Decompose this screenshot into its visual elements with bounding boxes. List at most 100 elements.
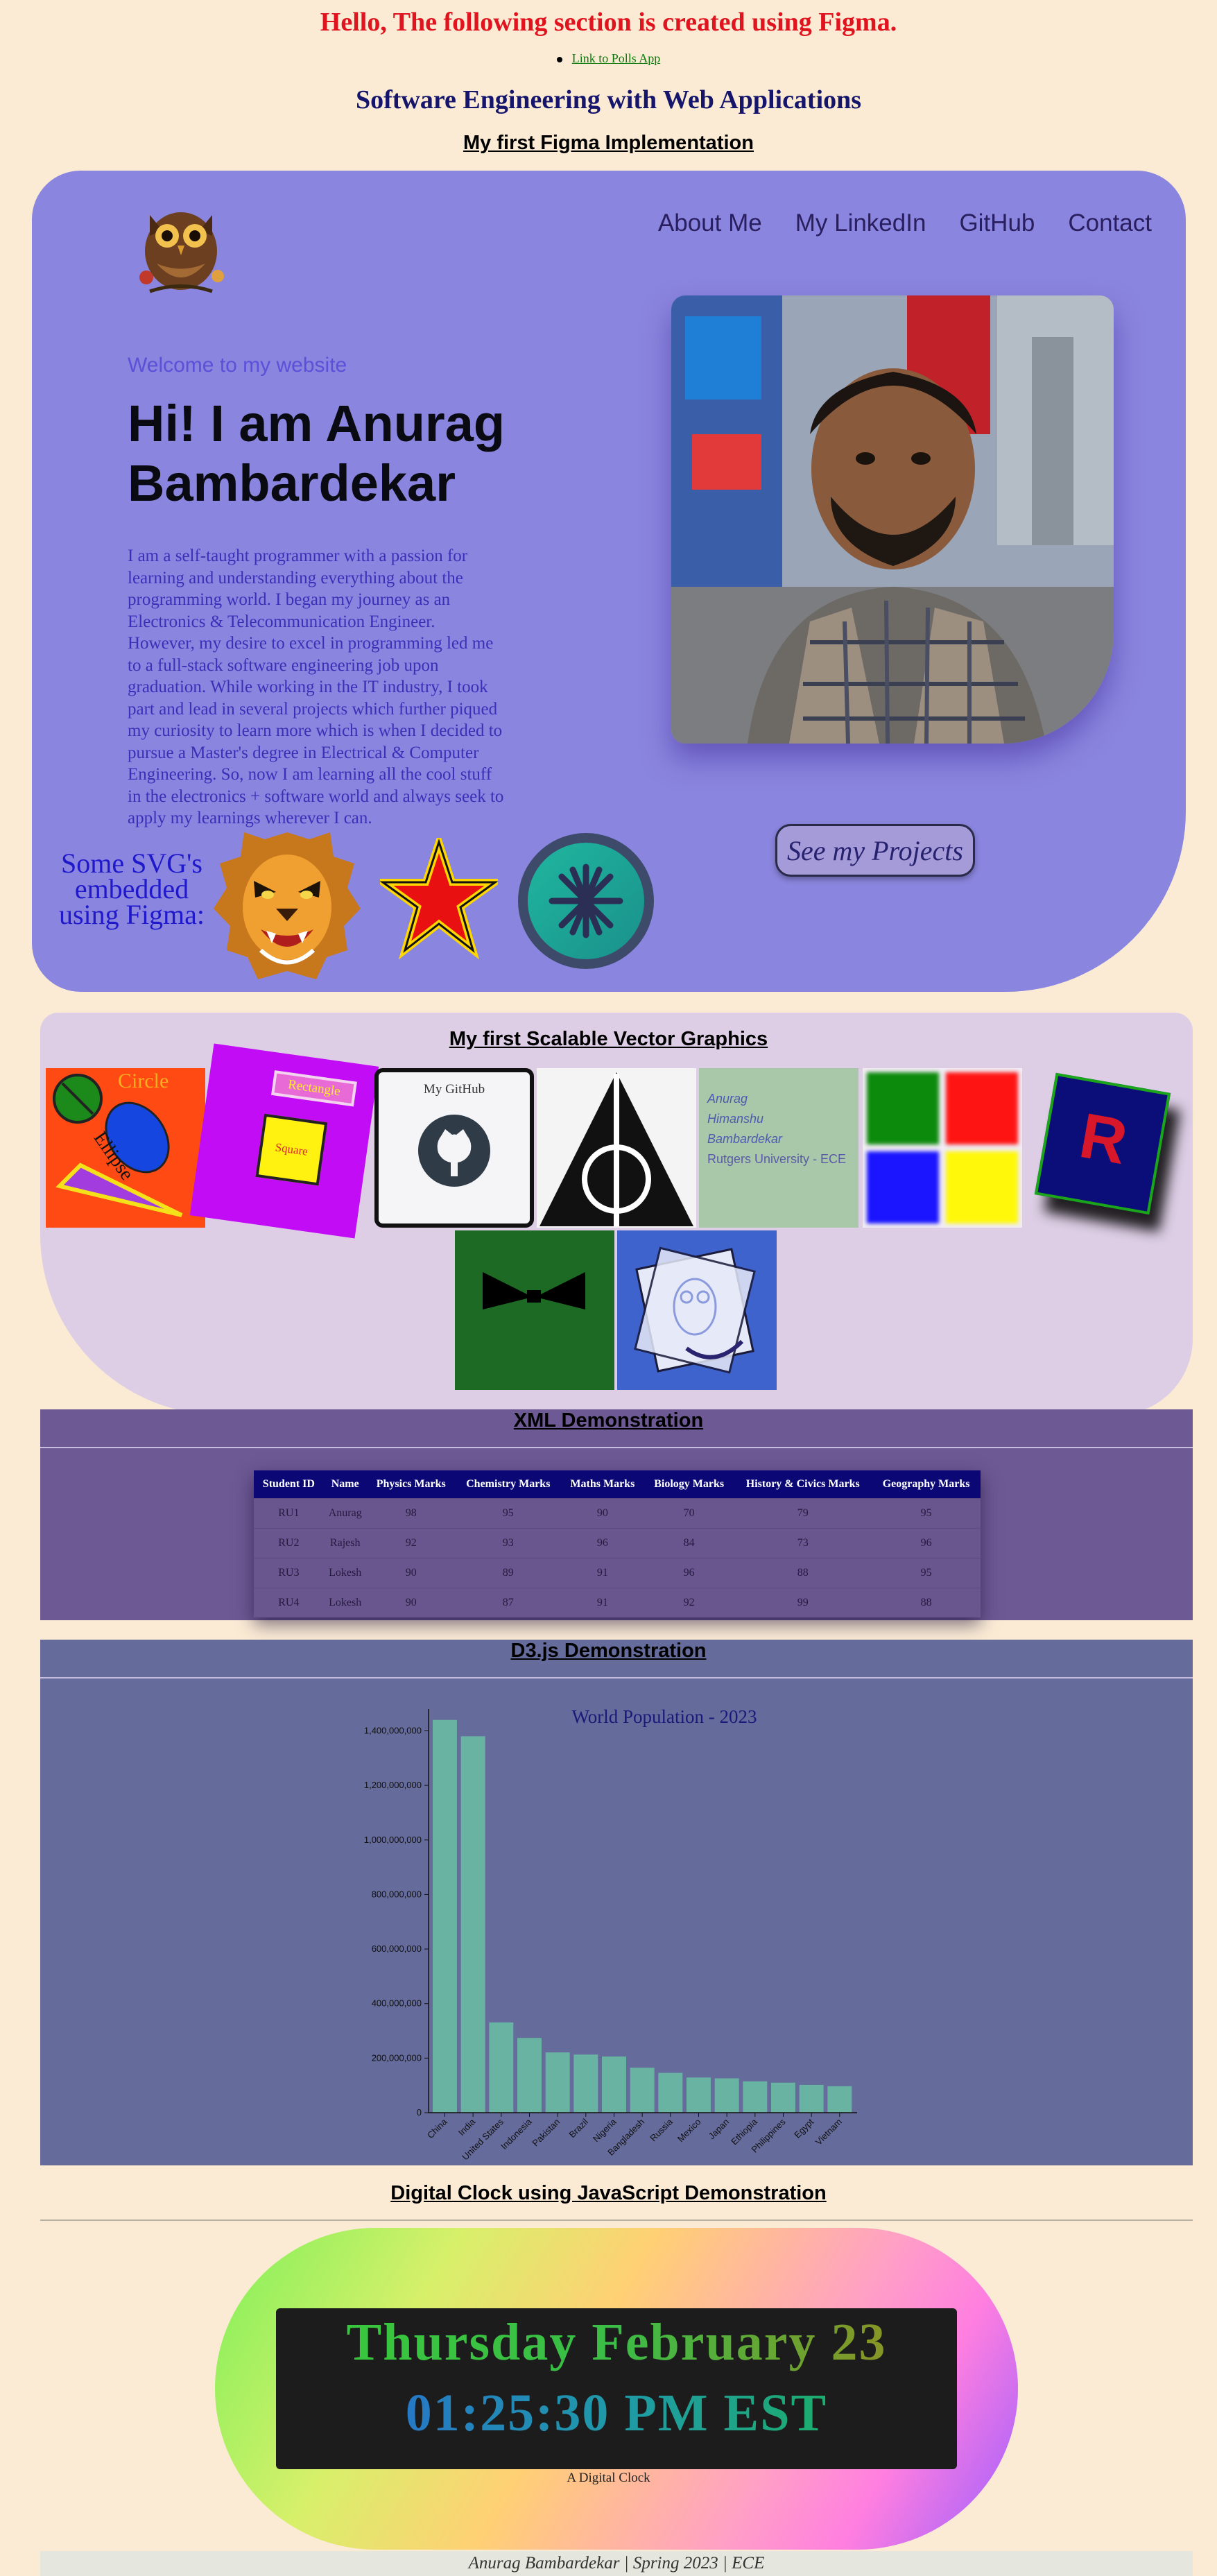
- table-cell: RU4: [254, 1587, 324, 1617]
- footer: Anurag Bambardekar | Spring 2023 | ECE: [40, 2551, 1193, 2576]
- bar-india: [460, 1736, 485, 2113]
- table-cell: RU2: [254, 1527, 324, 1558]
- table-cell: 95: [455, 1497, 561, 1528]
- table-cell: 98: [366, 1497, 456, 1528]
- x-tick-label: India: [456, 2116, 478, 2138]
- x-tick-label: Pakistan: [530, 2117, 562, 2149]
- column-header: Student ID: [254, 1470, 324, 1498]
- x-axis: China IndiaUnited StatesIndonesiaPakistan…: [425, 2112, 857, 2161]
- course-title: Software Engineering with Web Applicatio…: [355, 85, 862, 114]
- name-line-1: Anurag: [707, 1092, 748, 1106]
- x-tick-label: Japan: [707, 2117, 732, 2142]
- square-label: Square: [255, 1113, 328, 1186]
- x-tick-label: Nigeria: [591, 2116, 619, 2144]
- welcome-text: Welcome to my website: [128, 354, 347, 377]
- deathly-hallows-icon: [540, 1072, 693, 1226]
- bar-russia: [658, 2072, 683, 2113]
- table-cell: 88: [734, 1557, 872, 1588]
- bowtie-tile: [455, 1230, 614, 1390]
- letter-r-tile: R: [1034, 1072, 1171, 1215]
- nav-contact[interactable]: Contact: [1068, 209, 1152, 237]
- y-tick-label: 200,000,000: [372, 2052, 422, 2063]
- table-header-row: Student ID Name Physics Marks Chemistry Mar…: [254, 1470, 981, 1498]
- bar-pakistan: [545, 2052, 570, 2113]
- clock-time: 01:25:30 PM EST: [276, 2383, 957, 2444]
- table-cell: 92: [644, 1587, 734, 1617]
- table-cell: 70: [644, 1497, 734, 1528]
- xml-divider: [40, 1447, 1193, 1448]
- table-cell: 89: [455, 1557, 561, 1588]
- table-cell: Lokesh: [323, 1587, 367, 1617]
- y-tick-label: 800,000,000: [372, 1889, 422, 1899]
- clock-divider: [40, 2219, 1193, 2221]
- nav-github[interactable]: GitHub: [959, 209, 1035, 237]
- d3-divider: [40, 1677, 1193, 1678]
- color-squares-tile: [863, 1068, 1022, 1228]
- nav-linkedin[interactable]: My LinkedIn: [795, 209, 926, 237]
- table-cell: Rajesh: [323, 1527, 367, 1558]
- nav-about-me[interactable]: About Me: [658, 209, 762, 237]
- table-cell: 90: [560, 1497, 645, 1528]
- y-tick-label: 600,000,000: [372, 1943, 422, 1954]
- shapes-tile: Circle Ellipse: [46, 1068, 205, 1228]
- bar-united-states: [489, 2022, 514, 2113]
- table-cell: 96: [560, 1527, 645, 1558]
- table-row: RU4 Lokesh 90 87 91 92 99 88: [254, 1587, 981, 1617]
- x-tick-label: Vietnam: [813, 2117, 844, 2147]
- y-axis: 0 200,000,000 400,000,000 600,000,000 800,00…: [364, 1709, 429, 2118]
- chart-bars: [433, 1719, 852, 2113]
- deathly-hallows-tile: [537, 1068, 696, 1228]
- hero-heading: Hi! I am Anurag Bambardekar: [128, 395, 506, 512]
- owl-card-tile: [617, 1230, 777, 1390]
- table-cell: 84: [644, 1527, 734, 1558]
- column-header: Name: [323, 1470, 367, 1498]
- table-cell: Anurag: [323, 1497, 367, 1528]
- column-header: Biology Marks: [644, 1470, 734, 1498]
- bio-paragraph: I am a self-taught programmer with a pas…: [128, 547, 504, 827]
- x-tick-label: Mexico: [675, 2117, 703, 2145]
- clock-caption: A Digital Clock: [567, 2471, 650, 2485]
- y-tick-label: 1,000,000,000: [364, 1835, 422, 1845]
- table-row: RU1 Anurag 98 95 90 70 79 95: [254, 1497, 981, 1528]
- column-header: History & Civics Marks: [734, 1470, 872, 1498]
- x-tick-label: Egypt: [792, 2116, 815, 2140]
- table-cell: 91: [560, 1557, 645, 1588]
- table-cell: 90: [366, 1557, 456, 1588]
- y-tick-label: 1,200,000,000: [364, 1780, 422, 1790]
- circle-label: Circle: [118, 1070, 169, 1092]
- name-line-4: Rutgers University - ECE: [707, 1152, 847, 1166]
- bar-mexico: [687, 2077, 711, 2113]
- column-header: Geography Marks: [872, 1470, 981, 1498]
- bar-bangladesh: [630, 2068, 655, 2113]
- bar-indonesia: [517, 2038, 542, 2113]
- table-cell: RU1: [254, 1497, 324, 1528]
- table-cell: 95: [872, 1557, 981, 1588]
- star-icon: [380, 838, 498, 960]
- x-tick-label: Russia: [648, 2116, 675, 2143]
- page-greeting: Hello, The following section is created …: [320, 8, 897, 37]
- profile-photo: [671, 295, 1114, 744]
- bar-nigeria: [602, 2056, 626, 2113]
- asterisk-circle-icon: [518, 833, 654, 969]
- table-cell: 90: [366, 1587, 456, 1617]
- bowtie-icon: [483, 1272, 585, 1310]
- polls-app-link[interactable]: Link to Polls App: [572, 51, 661, 65]
- github-tile[interactable]: My GitHub: [374, 1068, 534, 1228]
- github-icon: [418, 1115, 490, 1187]
- clock-section-title: Digital Clock using JavaScript Demonstra…: [390, 2182, 827, 2204]
- x-tick-label: Indonesia: [499, 2116, 534, 2152]
- x-tick-label: China: [425, 2116, 449, 2140]
- bar-philippines: [771, 2082, 795, 2113]
- table-cell: 96: [872, 1527, 981, 1558]
- column-header: Chemistry Marks: [455, 1470, 561, 1498]
- table-row: RU3 Lokesh 90 89 91 96 88 95: [254, 1557, 981, 1588]
- figma-section-title: My first Figma Implementation: [463, 132, 754, 154]
- xml-section-title: XML Demonstration: [513, 1409, 704, 1432]
- y-tick-label: 1,400,000,000: [364, 1725, 422, 1735]
- marks-table: Student ID Name Physics Marks Chemistry Mar…: [254, 1470, 981, 1617]
- d3-section-title: D3.js Demonstration: [510, 1640, 707, 1662]
- see-my-projects-button[interactable]: See my Projects: [775, 824, 975, 877]
- bar-egypt: [799, 2084, 824, 2113]
- bar-ethiopia: [743, 2081, 768, 2113]
- rectangle-square-tile: Rectangle Square: [189, 1043, 379, 1239]
